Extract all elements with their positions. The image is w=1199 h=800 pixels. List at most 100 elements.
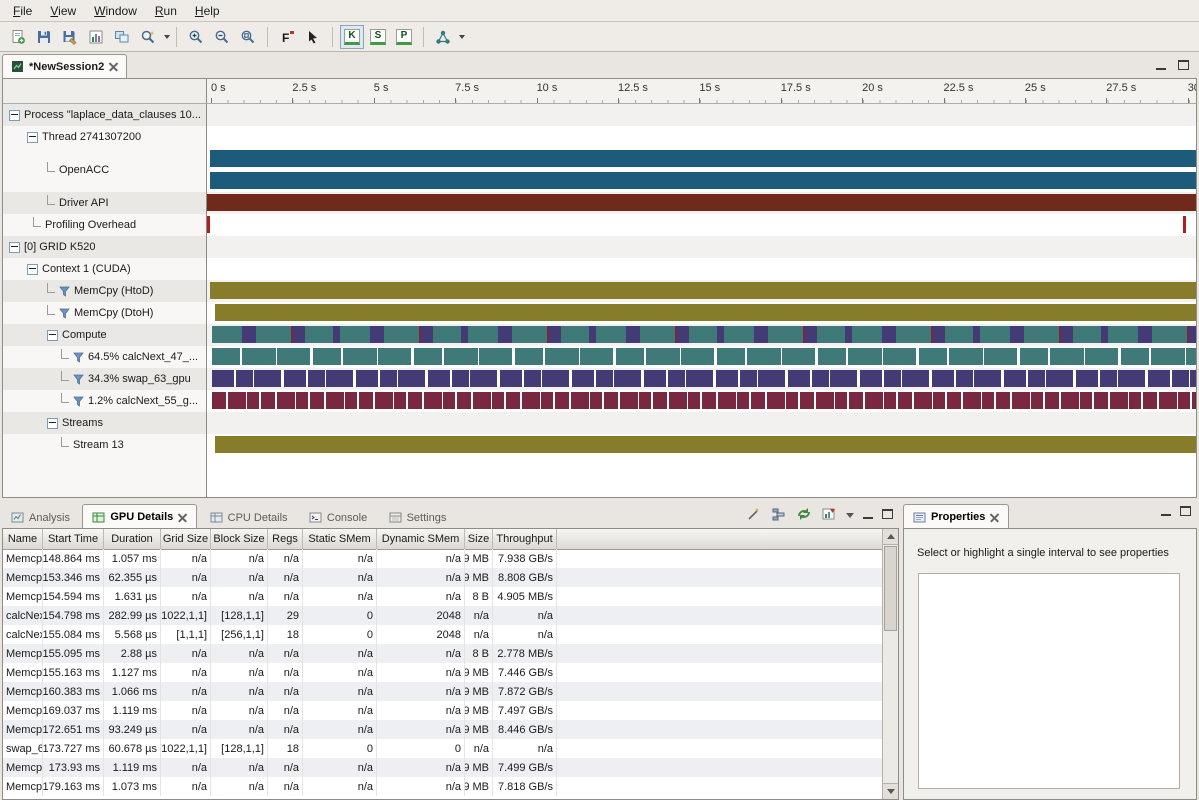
tree-cell[interactable]: 1.2% calcNext_55_g... [3,390,207,412]
timeline-lane[interactable] [207,302,1196,324]
select-interval-icon[interactable] [746,506,762,522]
group-rows-icon[interactable] [771,506,787,522]
table-header-cell[interactable]: Static SMem [303,529,377,549]
tree-cell[interactable]: OpenACC [3,148,207,192]
table-header-cell[interactable]: Dynamic SMem [377,529,465,549]
table-row[interactable]: Memcpy 154.594 ms 1.631 µs n/a n/a n/a n… [3,587,882,606]
kernel-view-button[interactable]: K [340,25,364,49]
close-icon[interactable] [109,62,118,71]
tree-cell[interactable]: MemCpy (HtoD) [3,280,207,302]
table-row[interactable]: Memcpy 155.163 ms 1.127 ms n/a n/a n/a n… [3,663,882,682]
timeline-row-process[interactable]: Process "laplace_data_clauses 10... [3,104,1196,126]
scroll-down-icon[interactable] [883,783,898,799]
tab-settings[interactable]: Settings [380,506,456,529]
timeline-ruler[interactable]: 0 s2.5 s5 s7.5 s10 s12.5 s15 s17.5 s20 s… [207,79,1196,104]
timeline-lane[interactable] [207,214,1196,236]
source-view-button[interactable]: S [366,25,390,49]
timeline-lane[interactable] [207,346,1196,368]
tree-cell[interactable]: Stream 13 [3,434,207,456]
table-row[interactable]: Memcpy 179.163 ms 1.073 ms n/a n/a n/a n… [3,777,882,796]
timeline-row-calcnext55[interactable]: 1.2% calcNext_55_g... [3,390,1196,412]
table-row[interactable]: Memcpy 153.346 ms 62.355 µs n/a n/a n/a … [3,568,882,587]
memcpy-htod-bar[interactable] [210,282,1196,299]
timeline-lane[interactable] [207,390,1196,412]
search-button[interactable] [136,25,160,49]
timeline-lane[interactable] [207,126,1196,148]
save-button[interactable] [32,25,56,49]
calcnext47-kernel-bar[interactable] [212,348,1196,365]
tab-cpu-details[interactable]: CPU Details [201,506,297,529]
collapse-icon[interactable] [27,132,38,143]
table-row[interactable]: Memcpy 173.93 ms 1.119 ms n/a n/a n/a n/… [3,758,882,777]
timeline-row-swap63[interactable]: 34.3% swap_63_gpu [3,368,1196,390]
table-row[interactable]: calcNext 154.798 ms 282.99 µs [1022,1,1]… [3,606,882,625]
table-header-cell[interactable]: Throughput [493,529,557,549]
minimize-icon[interactable] [1161,506,1171,516]
table-header-cell[interactable]: Size [465,529,493,549]
search-dropdown-icon[interactable] [164,35,170,39]
table-header-cell[interactable]: Duration [104,529,161,549]
compare-button[interactable] [110,25,134,49]
filter-icon[interactable] [59,286,70,297]
marker-button[interactable]: F [275,25,299,49]
timeline-lane[interactable] [207,280,1196,302]
tree-cell[interactable]: 34.3% swap_63_gpu [3,368,207,390]
table-row[interactable]: Memcpy 160.383 ms 1.066 ms n/a n/a n/a n… [3,682,882,701]
export-csv-icon[interactable] [796,506,812,522]
menu-item[interactable]: Help [186,2,229,20]
tree-cell[interactable]: MemCpy (DtoH) [3,302,207,324]
tab-console[interactable]: Console [300,506,376,529]
tab-properties[interactable]: Properties [903,504,1009,529]
analysis-dropdown-icon[interactable] [459,35,465,39]
timeline-lane[interactable] [207,324,1196,346]
overhead-interval[interactable] [207,216,210,233]
collapse-icon[interactable] [9,242,20,253]
pc-sampling-button[interactable]: P [392,25,416,49]
openacc-activity-bar[interactable] [210,172,1196,189]
scroll-up-icon[interactable] [883,529,898,545]
table-row[interactable]: Memcpy 148.864 ms 1.057 ms n/a n/a n/a n… [3,549,882,568]
tree-cell[interactable]: Process "laplace_data_clauses 10... [3,104,207,126]
session-tab[interactable]: *NewSession2 [2,54,127,78]
maximize-icon[interactable] [1178,60,1189,70]
save-as-button[interactable] [58,25,82,49]
timeline-row-profiling-overhead[interactable]: Profiling Overhead [3,214,1196,236]
tree-cell[interactable]: Streams [3,412,207,434]
timeline-row-driver-api[interactable]: Driver API [3,192,1196,214]
close-icon[interactable] [178,513,187,522]
timeline-row-compute[interactable]: Compute [3,324,1196,346]
table-header-cell[interactable]: Name [3,529,43,549]
swap63-kernel-bar[interactable] [212,370,1196,387]
compute-activity-bar[interactable] [212,326,1196,343]
collapse-icon[interactable] [47,330,58,341]
stream13-bar[interactable] [215,436,1196,453]
memcpy-dtoh-bar[interactable] [215,304,1196,321]
tree-cell[interactable]: Context 1 (CUDA) [3,258,207,280]
filter-icon[interactable] [73,396,84,407]
collapse-icon[interactable] [9,110,20,121]
overhead-interval[interactable] [1183,216,1186,233]
calcnext55-kernel-bar[interactable] [212,392,1196,409]
timeline-lane[interactable] [207,434,1196,456]
zoom-in-button[interactable] [184,25,208,49]
tab-gpu-details[interactable]: GPU Details [82,504,197,529]
timeline-lane[interactable] [207,368,1196,390]
filter-icon[interactable] [59,308,70,319]
minimize-icon[interactable] [863,509,873,519]
zoom-fit-button[interactable] [236,25,260,49]
timeline-row-memcpy-dtoh[interactable]: MemCpy (DtoH) [3,302,1196,324]
table-row[interactable]: swap_63 173.727 ms 60.678 µs [1022,1,1] … [3,739,882,758]
menu-item[interactable]: Run [146,2,186,20]
timeline-lane[interactable] [207,236,1196,258]
timeline-lane[interactable] [207,412,1196,434]
tab-analysis[interactable]: Analysis [2,506,79,529]
zoom-out-button[interactable] [210,25,234,49]
export-chart-icon[interactable] [821,506,837,522]
collapse-icon[interactable] [27,264,38,275]
timeline-row-streams[interactable]: Streams [3,412,1196,434]
filter-icon[interactable] [73,374,84,385]
timeline-row-gpu[interactable]: [0] GRID K520 [3,236,1196,258]
menu-item[interactable]: Window [85,2,146,20]
close-icon[interactable] [990,513,999,522]
table-header-cell[interactable]: Regs [268,529,303,549]
